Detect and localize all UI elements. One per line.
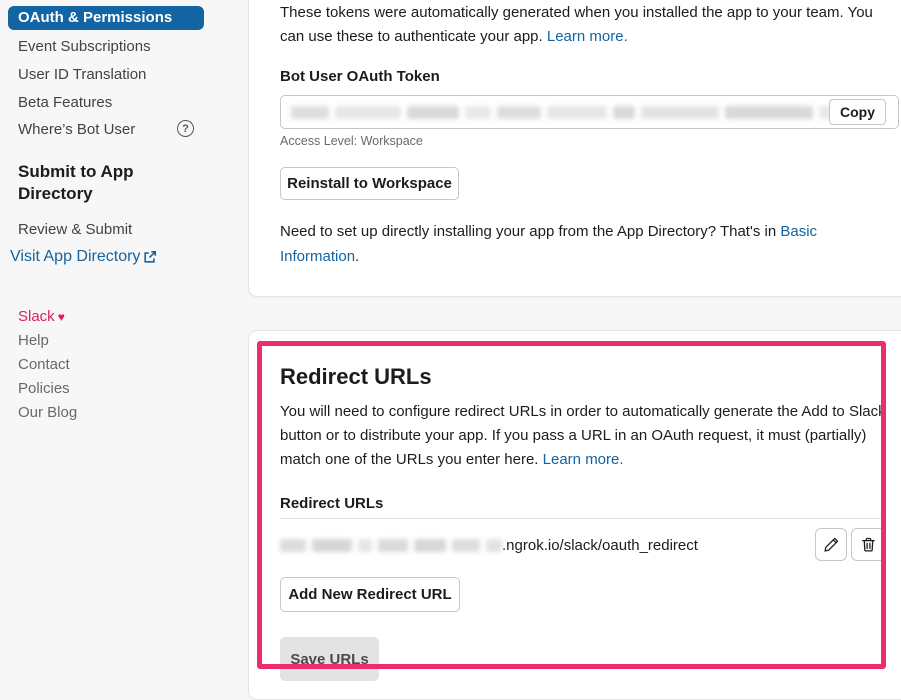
redirect-learn-more-link[interactable]: Learn more. [543,451,624,468]
sidebar-item-oauth-permissions[interactable]: OAuth & Permissions [8,6,204,30]
redirect-urls-title: Redirect URLs [280,364,432,389]
redirect-urls-description: You will need to configure redirect URLs… [280,400,886,472]
redirect-url-row: .ngrok.io/slack/oauth_redirect [280,537,698,554]
redirect-url-text: .ngrok.io/slack/oauth_redirect [502,537,698,554]
sidebar-section-heading: Submit to App Directory [18,162,134,203]
tokens-learn-more-link[interactable]: Learn more. [547,28,628,45]
access-level-text: Access Level: Workspace [280,134,423,148]
sidebar-item-review-submit[interactable]: Review & Submit [18,221,132,239]
footer-link-help[interactable]: Help [18,332,49,349]
bot-token-field[interactable] [280,95,899,129]
pencil-icon [823,536,840,553]
heart-icon: ♥ [57,310,65,324]
sidebar-item-wheres-bot-user[interactable]: Where’s Bot User [18,121,135,139]
bot-token-label: Bot User OAuth Token [280,68,440,85]
external-link-icon [143,250,157,264]
redacted-token-value [291,106,898,119]
reinstall-workspace-button[interactable]: Reinstall to Workspace [280,167,459,200]
sidebar: OAuth & Permissions Event Subscriptions … [0,0,248,675]
footer-slack-label: Slack [18,308,55,325]
add-redirect-url-button[interactable]: Add New Redirect URL [280,577,460,612]
sidebar-item-user-id-translation[interactable]: User ID Translation [18,66,146,84]
copy-token-button[interactable]: Copy [829,99,886,125]
footer-link-policies[interactable]: Policies [18,380,70,397]
footnote-text: Need to set up directly installing your … [280,223,781,240]
list-divider [280,518,884,519]
trash-icon [860,536,877,553]
footer-link-our-blog[interactable]: Our Blog [18,404,77,421]
visit-app-directory-link[interactable]: Visit App Directory [10,248,157,266]
footer-link-slack[interactable]: Slack ♥ [18,308,65,325]
footer-link-contact[interactable]: Contact [18,356,70,373]
footnote-period: . [355,248,360,265]
redacted-url-prefix [280,539,502,552]
edit-url-button[interactable] [815,528,847,561]
save-urls-button[interactable]: Save URLs [280,637,379,681]
visit-app-directory-label: Visit App Directory [10,248,141,265]
delete-url-button[interactable] [851,528,886,561]
tokens-intro-paragraph: These tokens were automatically generate… [280,1,892,49]
redirect-urls-list-label: Redirect URLs [280,495,384,512]
question-mark-icon[interactable]: ? [177,120,194,137]
app-directory-footnote: Need to set up directly installing your … [280,219,858,269]
sidebar-item-event-subscriptions[interactable]: Event Subscriptions [18,38,151,56]
sidebar-item-beta-features[interactable]: Beta Features [18,94,112,112]
